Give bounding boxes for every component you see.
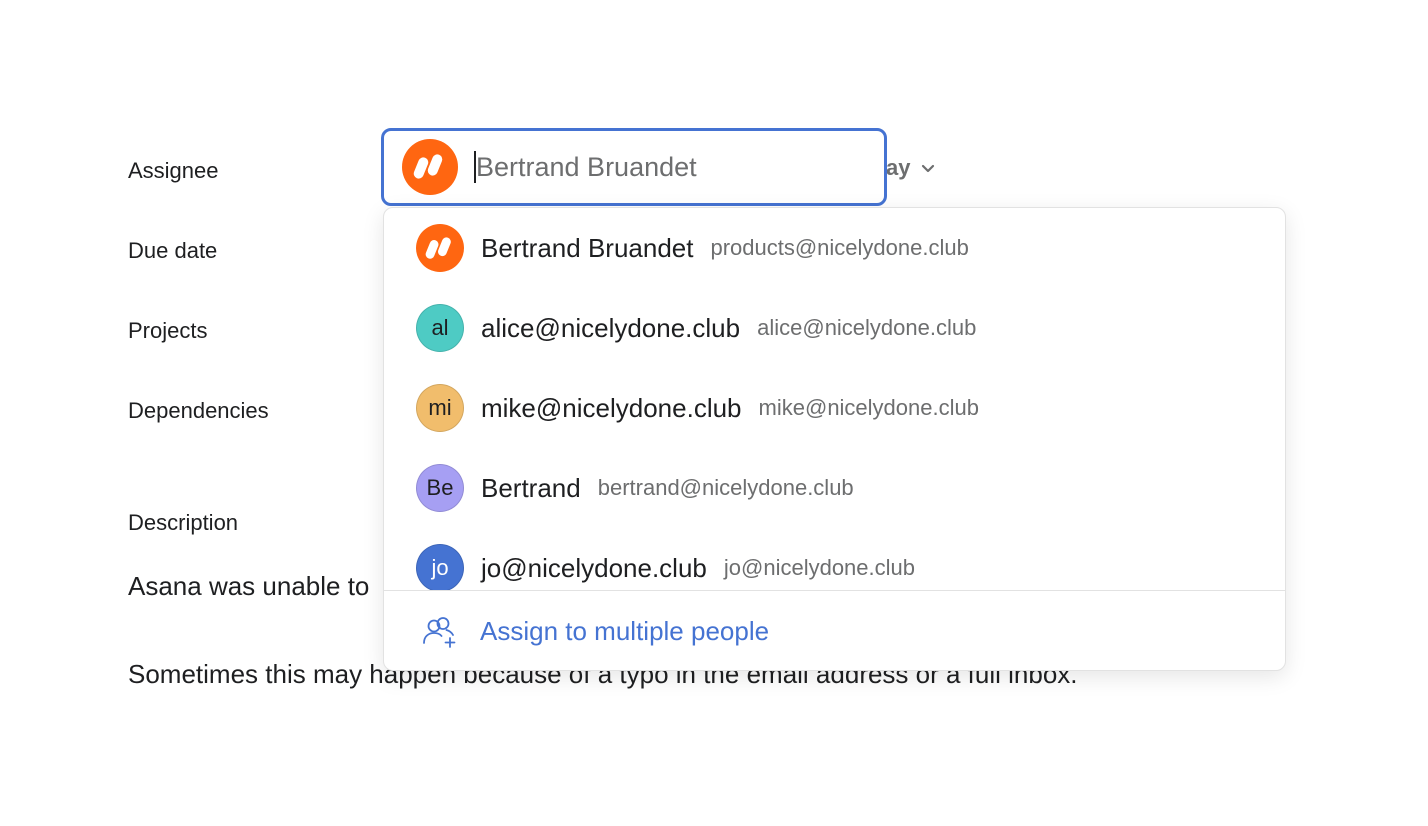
add-people-icon xyxy=(423,616,456,648)
option-name: Bertrand xyxy=(481,472,581,503)
assignee-option[interactable]: al alice@nicelydone.club alice@nicelydon… xyxy=(384,288,1285,368)
option-email: alice@nicelydone.club xyxy=(757,315,977,340)
option-email: jo@nicelydone.club xyxy=(723,555,915,580)
assignee-option[interactable]: jo jo@nicelydone.club jo@nicelydone.club xyxy=(384,528,1285,590)
option-name: jo@nicelydone.club xyxy=(481,552,707,583)
assignee-trailing-text: ay xyxy=(886,155,911,180)
avatar: Be xyxy=(416,464,464,512)
assignee-label: Assignee xyxy=(128,158,219,183)
due-date-label: Due date xyxy=(128,238,218,263)
assignee-dropdown: Bertrand Bruandet products@nicelydone.cl… xyxy=(383,207,1286,671)
avatar: jo xyxy=(416,544,464,590)
chevron-down-icon xyxy=(922,164,935,173)
option-name: alice@nicelydone.club xyxy=(481,312,741,343)
avatar: mi xyxy=(416,384,464,432)
assignee-options-list: Bertrand Bruandet products@nicelydone.cl… xyxy=(384,208,1285,590)
assignee-option[interactable]: Be Bertrand bertrand@nicelydone.club xyxy=(384,448,1285,528)
option-email: mike@nicelydone.club xyxy=(758,395,979,420)
brand-logo-icon xyxy=(416,224,464,272)
assignee-search-input[interactable] xyxy=(476,151,856,183)
assignee-trailing-dropdown[interactable]: ay xyxy=(886,155,936,181)
projects-label: Projects xyxy=(128,318,208,343)
dependencies-label: Dependencies xyxy=(128,398,269,423)
assignee-search-field[interactable] xyxy=(381,128,887,206)
avatar: al xyxy=(416,304,464,352)
option-email: bertrand@nicelydone.club xyxy=(597,475,854,500)
assign-multiple-label: Assign to multiple people xyxy=(480,616,770,646)
assign-multiple-button[interactable]: Assign to multiple people xyxy=(384,590,1285,670)
task-details: Assignee Due date Projects Dependencies … xyxy=(0,0,1428,826)
description-label: Description xyxy=(128,510,239,535)
brand-logo-icon xyxy=(402,139,458,195)
assignee-option[interactable]: Bertrand Bruandet products@nicelydone.cl… xyxy=(384,208,1285,288)
option-name: Bertrand Bruandet xyxy=(481,232,694,263)
option-name: mike@nicelydone.club xyxy=(481,392,742,423)
option-email: products@nicelydone.club xyxy=(710,235,969,260)
description-line-1[interactable]: Asana was unable to xyxy=(128,573,369,599)
assignee-option[interactable]: mi mike@nicelydone.club mike@nicelydone.… xyxy=(384,368,1285,448)
